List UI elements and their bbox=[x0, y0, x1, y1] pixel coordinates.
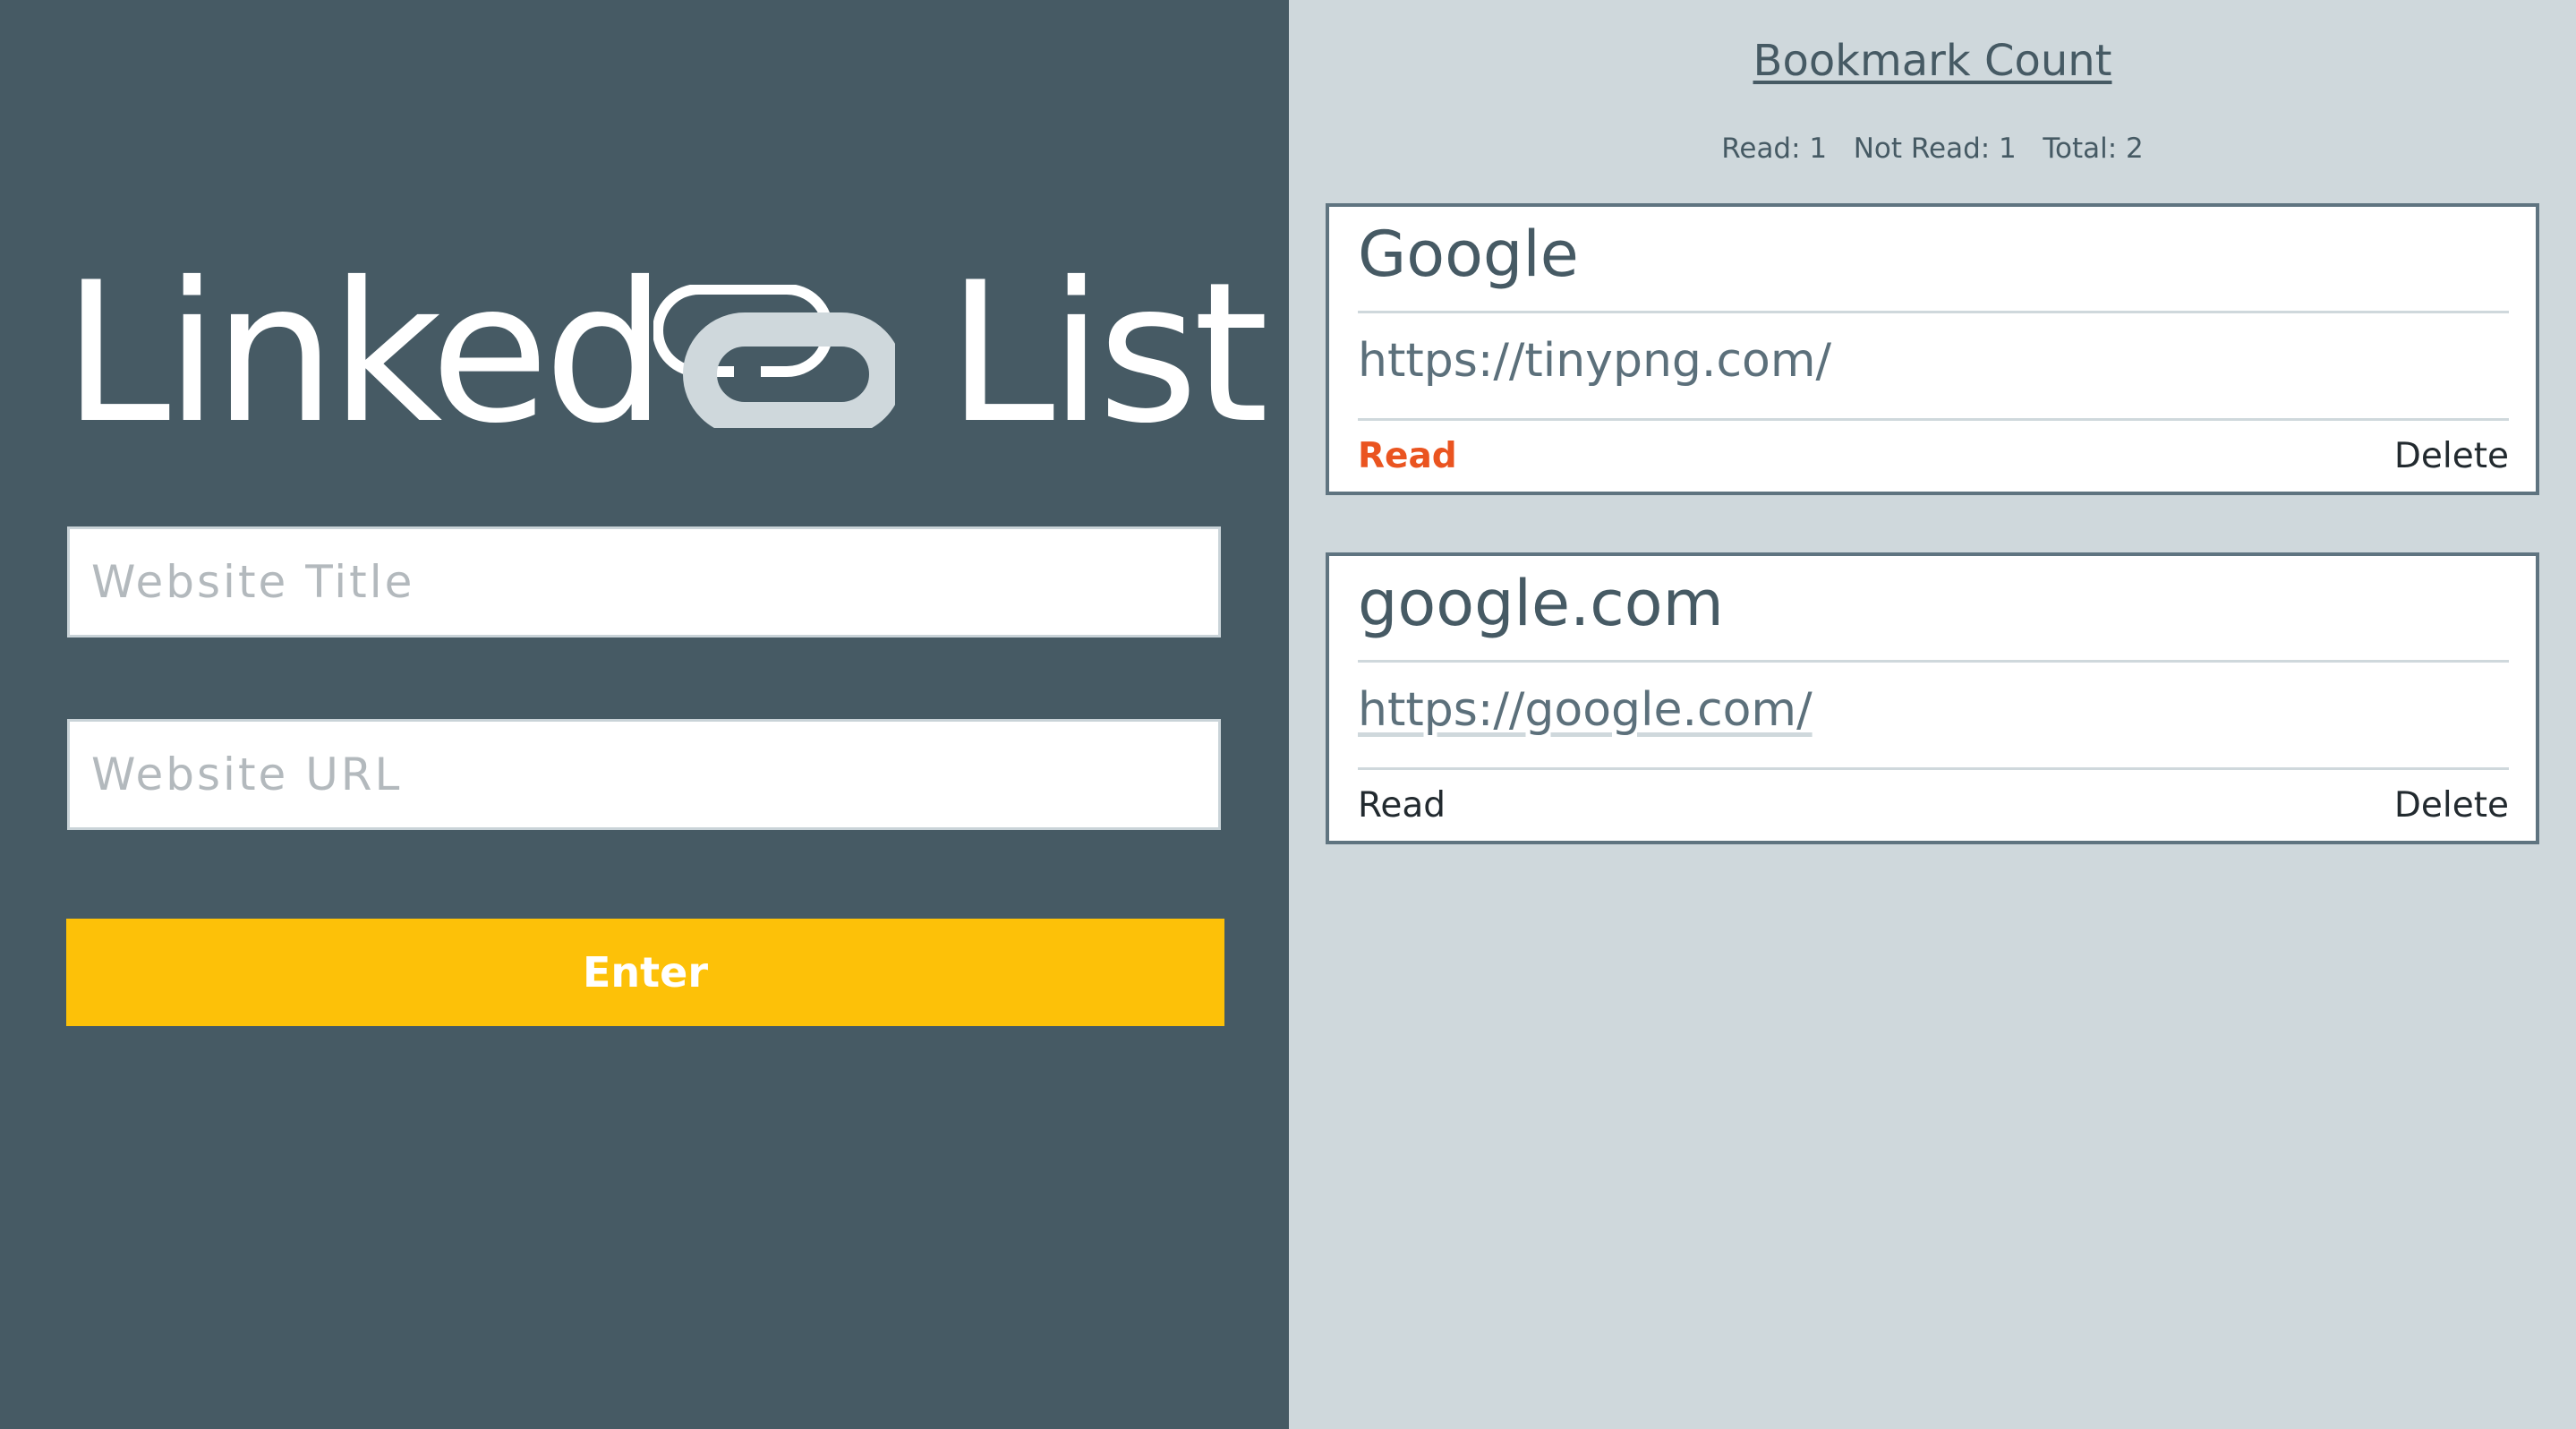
bookmark-count-heading[interactable]: Bookmark Count bbox=[1289, 36, 2576, 86]
app-root: Linked List Enter Bookmark Count Read: 1… bbox=[0, 0, 2576, 1429]
delete-button[interactable]: Delete bbox=[2394, 785, 2509, 826]
divider bbox=[1358, 660, 2509, 663]
logo-word-list: List bbox=[947, 241, 1269, 466]
divider bbox=[1358, 311, 2509, 313]
website-title-input[interactable] bbox=[67, 526, 1221, 637]
divider bbox=[1358, 418, 2509, 421]
bookmark-url-link[interactable]: https://tinypng.com/ bbox=[1358, 334, 1831, 388]
enter-button[interactable]: Enter bbox=[66, 919, 1224, 1026]
website-url-input[interactable] bbox=[67, 719, 1221, 830]
divider bbox=[1358, 767, 2509, 770]
app-logo: Linked List bbox=[63, 241, 1269, 466]
read-button[interactable]: Read bbox=[1358, 436, 1457, 476]
input-panel: Linked List Enter bbox=[0, 0, 1289, 1429]
paperclip-link-icon bbox=[653, 285, 895, 428]
read-button[interactable]: Read bbox=[1358, 785, 1446, 826]
bookmark-count-stats: Read: 1 Not Read: 1 Total: 2 bbox=[1721, 133, 2144, 165]
bookmark-card: google.com https://google.com/ Read Dele… bbox=[1326, 552, 2539, 844]
bookmark-url-link[interactable]: https://google.com/ bbox=[1358, 683, 1813, 737]
delete-button[interactable]: Delete bbox=[2394, 436, 2509, 476]
bookmark-title: google.com bbox=[1358, 567, 1724, 640]
bookmark-card: Google https://tinypng.com/ Read Delete bbox=[1326, 203, 2539, 495]
bookmark-title: Google bbox=[1358, 218, 1579, 291]
logo-word-linked: Linked bbox=[63, 241, 667, 466]
